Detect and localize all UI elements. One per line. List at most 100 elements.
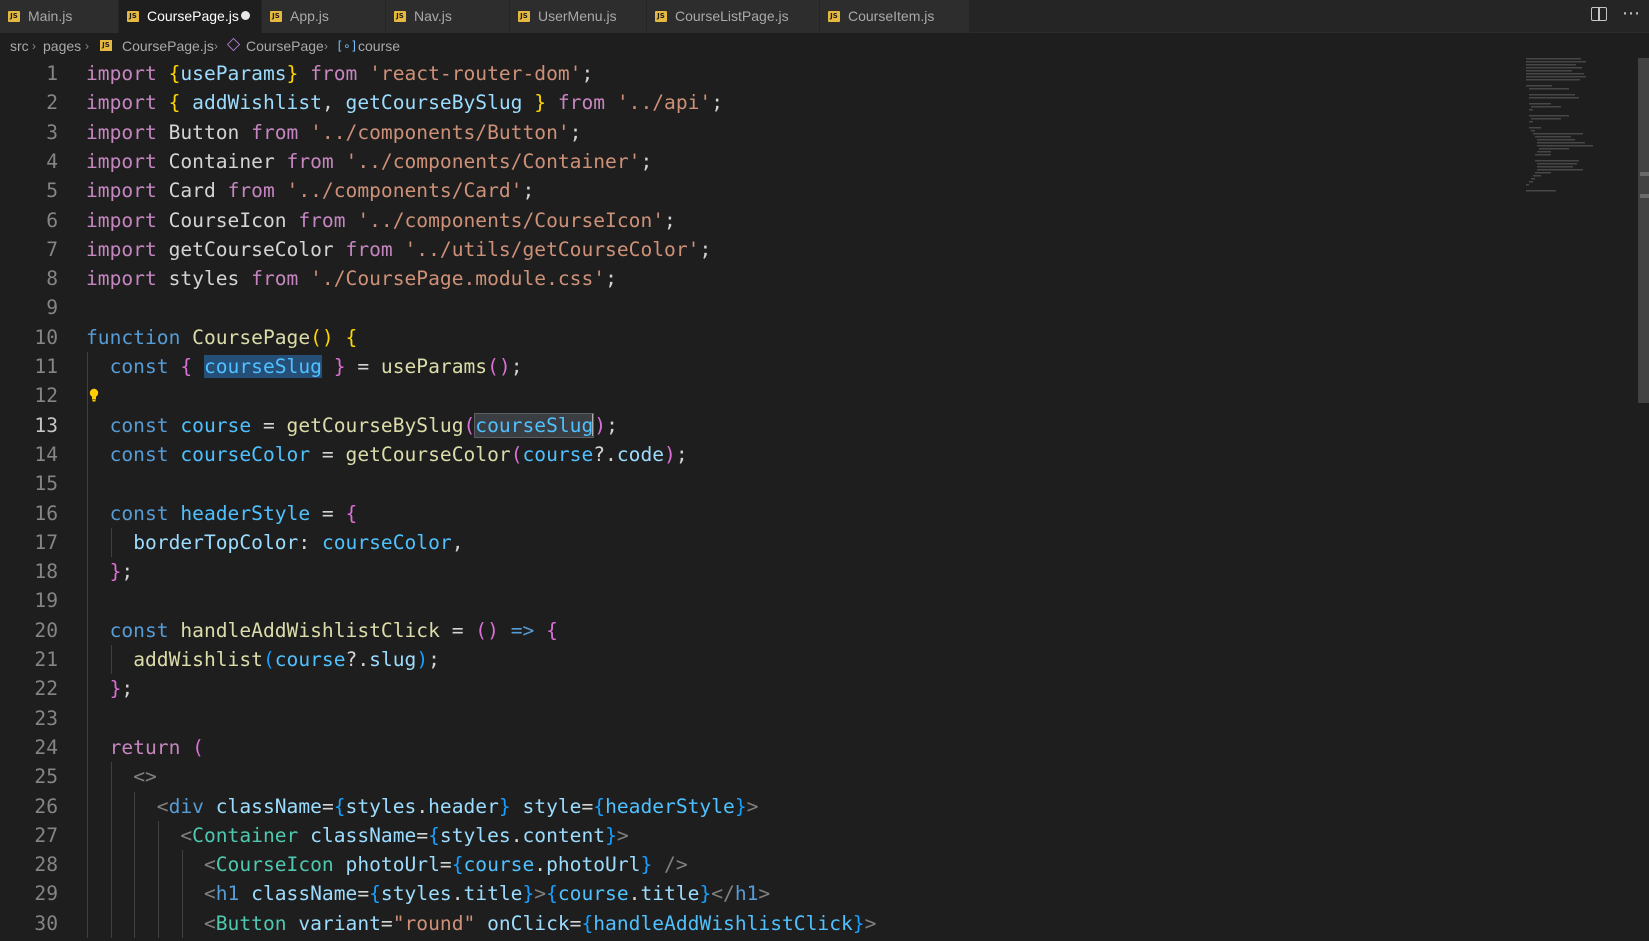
tab-coursepage-js[interactable]: JS CoursePage.js <box>119 0 262 33</box>
breadcrumb-symbol[interactable]: CoursePage <box>246 34 324 58</box>
tab-usermenu-js[interactable]: JS UserMenu.js <box>510 0 647 33</box>
lightbulb-icon[interactable] <box>89 388 99 402</box>
code-line[interactable]: 28 <CourseIcon photoUrl={course.photoUrl… <box>0 850 1530 879</box>
code-token: getCourseBySlug <box>345 91 523 115</box>
code-line[interactable]: 26 <div className={styles.header} style=… <box>0 792 1530 821</box>
chevron-right-icon: › <box>324 39 328 53</box>
code-token: ( <box>262 648 275 671</box>
indent-guide <box>110 762 112 938</box>
code-token: Card <box>156 179 228 203</box>
code-line[interactable]: 12 <box>0 381 1530 410</box>
code-line[interactable]: 30 <Button variant="round" onClick={hand… <box>0 909 1530 938</box>
code-line[interactable]: 22 }; <box>0 674 1530 703</box>
code-line[interactable]: 15 <box>0 469 1530 498</box>
more-actions-icon[interactable]: ⋯ <box>1622 3 1641 24</box>
code-line[interactable]: 13 const course = getCourseBySlug(course… <box>0 411 1530 440</box>
code-token: function <box>86 325 181 349</box>
code-line[interactable]: 17 borderTopColor: courseColor, <box>0 528 1530 557</box>
tab-courselistpage-js[interactable]: JS CourseListPage.js <box>647 0 820 33</box>
code-line[interactable]: 27 <Container className={styles.content}… <box>0 821 1530 850</box>
code-text: <CourseIcon photoUrl={course.photoUrl} /… <box>86 850 688 879</box>
symbol-method-icon <box>226 37 241 52</box>
code-text: import Card from '../components/Card'; <box>86 176 534 205</box>
code-token: { <box>451 853 464 877</box>
breadcrumb-file[interactable]: CoursePage.js <box>122 34 214 58</box>
code-token: getCourseBySlug <box>286 413 464 437</box>
tab-main-js[interactable]: JS Main.js <box>0 0 119 33</box>
tab-courseitem-js[interactable]: JS CourseItem.js <box>820 0 970 33</box>
line-number: 26 <box>34 794 58 818</box>
code-line[interactable]: 29 <h1 className={styles.title}>{course.… <box>0 879 1530 908</box>
code-token: addWishlist <box>133 648 263 671</box>
code-token: { <box>345 501 358 525</box>
code-line[interactable]: 20 const handleAddWishlistClick = () => … <box>0 616 1530 645</box>
line-number: 24 <box>34 735 58 759</box>
code-token: } <box>522 882 535 906</box>
code-line[interactable]: 11 const { courseSlug } = useParams(); <box>0 352 1530 381</box>
code-line[interactable]: 6 import CourseIcon from '../components/C… <box>0 206 1530 235</box>
line-number: 10 <box>34 325 58 349</box>
code-line[interactable]: 23 <box>0 704 1530 733</box>
tab-nav-js[interactable]: JS Nav.js <box>386 0 510 33</box>
code-line[interactable]: 5 import Card from '../components/Card'; <box>0 176 1530 205</box>
code-line[interactable]: 19 <box>0 586 1530 615</box>
breadcrumb-variable[interactable]: course <box>358 34 400 58</box>
code-text: <> <box>86 762 157 791</box>
code-editor[interactable]: 1 import {useParams} from 'react-router-d… <box>0 58 1649 941</box>
line-number: 15 <box>34 472 58 496</box>
code-line[interactable]: 7 import getCourseColor from '../utils/ge… <box>0 235 1530 264</box>
code-token: < <box>180 823 193 847</box>
minimap[interactable] <box>1526 58 1626 218</box>
code-token: from <box>298 208 346 232</box>
code-line[interactable]: 18 }; <box>0 557 1530 586</box>
breadcrumb-folder-pages[interactable]: pages <box>43 34 81 58</box>
split-editor-icon[interactable] <box>1591 7 1607 21</box>
code-line[interactable]: 10 function CoursePage() { <box>0 323 1530 352</box>
code-line[interactable]: 2 import { addWishlist, getCourseBySlug }… <box>0 88 1530 117</box>
code-token: ; <box>640 149 653 173</box>
code-token: const <box>109 413 169 437</box>
code-token: from <box>251 267 299 291</box>
code-token: return <box>109 735 181 759</box>
code-line[interactable]: 3 import Button from '../components/Butto… <box>0 118 1530 147</box>
editor-tab-bar: ⋯ JS Main.js JS CoursePage.js JS App.js JS Nav.… <box>0 0 1649 33</box>
code-line[interactable]: 21 addWishlist(course?.slug); <box>0 645 1530 674</box>
code-line[interactable]: 14 const courseColor = getCourseColor(co… <box>0 440 1530 469</box>
code-token: } <box>699 882 712 906</box>
code-token: photoUrl <box>546 853 641 877</box>
code-token: } <box>109 560 122 584</box>
code-token: course <box>180 413 252 437</box>
code-line[interactable]: 1 import {useParams} from 'react-router-d… <box>0 59 1530 88</box>
code-text: <h1 className={styles.title}>{course.tit… <box>86 879 770 908</box>
code-token: import <box>86 237 157 261</box>
code-token: handleAddWishlistClick <box>180 618 440 642</box>
code-line[interactable]: 16 const headerStyle = { <box>0 499 1530 528</box>
code-text: }; <box>86 674 134 703</box>
unsaved-dot-icon[interactable] <box>241 11 250 20</box>
breadcrumb-folder-src[interactable]: src <box>10 34 29 58</box>
scrollbar-thumb[interactable] <box>1638 58 1649 403</box>
code-token: '../components/Container' <box>345 149 641 173</box>
code-token: const <box>109 355 169 378</box>
code-token: ( <box>463 413 476 437</box>
code-text: <Container className={styles.content}> <box>86 821 628 850</box>
code-line[interactable]: 8 import styles from './CoursePage.module… <box>0 264 1530 293</box>
code-token: = <box>310 442 346 466</box>
code-token: . <box>628 882 641 906</box>
code-line[interactable]: 24 return ( <box>0 733 1530 762</box>
code-line[interactable]: 25 <> <box>0 762 1530 791</box>
line-number: 7 <box>46 237 58 261</box>
tab-app-js[interactable]: JS App.js <box>262 0 386 33</box>
js-file-icon: JS <box>127 11 139 22</box>
code-line[interactable]: 9 <box>0 293 1530 322</box>
line-number: 27 <box>34 823 58 847</box>
line-number: 18 <box>34 560 58 584</box>
code-line[interactable]: 4 import Container from '../components/Co… <box>0 147 1530 176</box>
